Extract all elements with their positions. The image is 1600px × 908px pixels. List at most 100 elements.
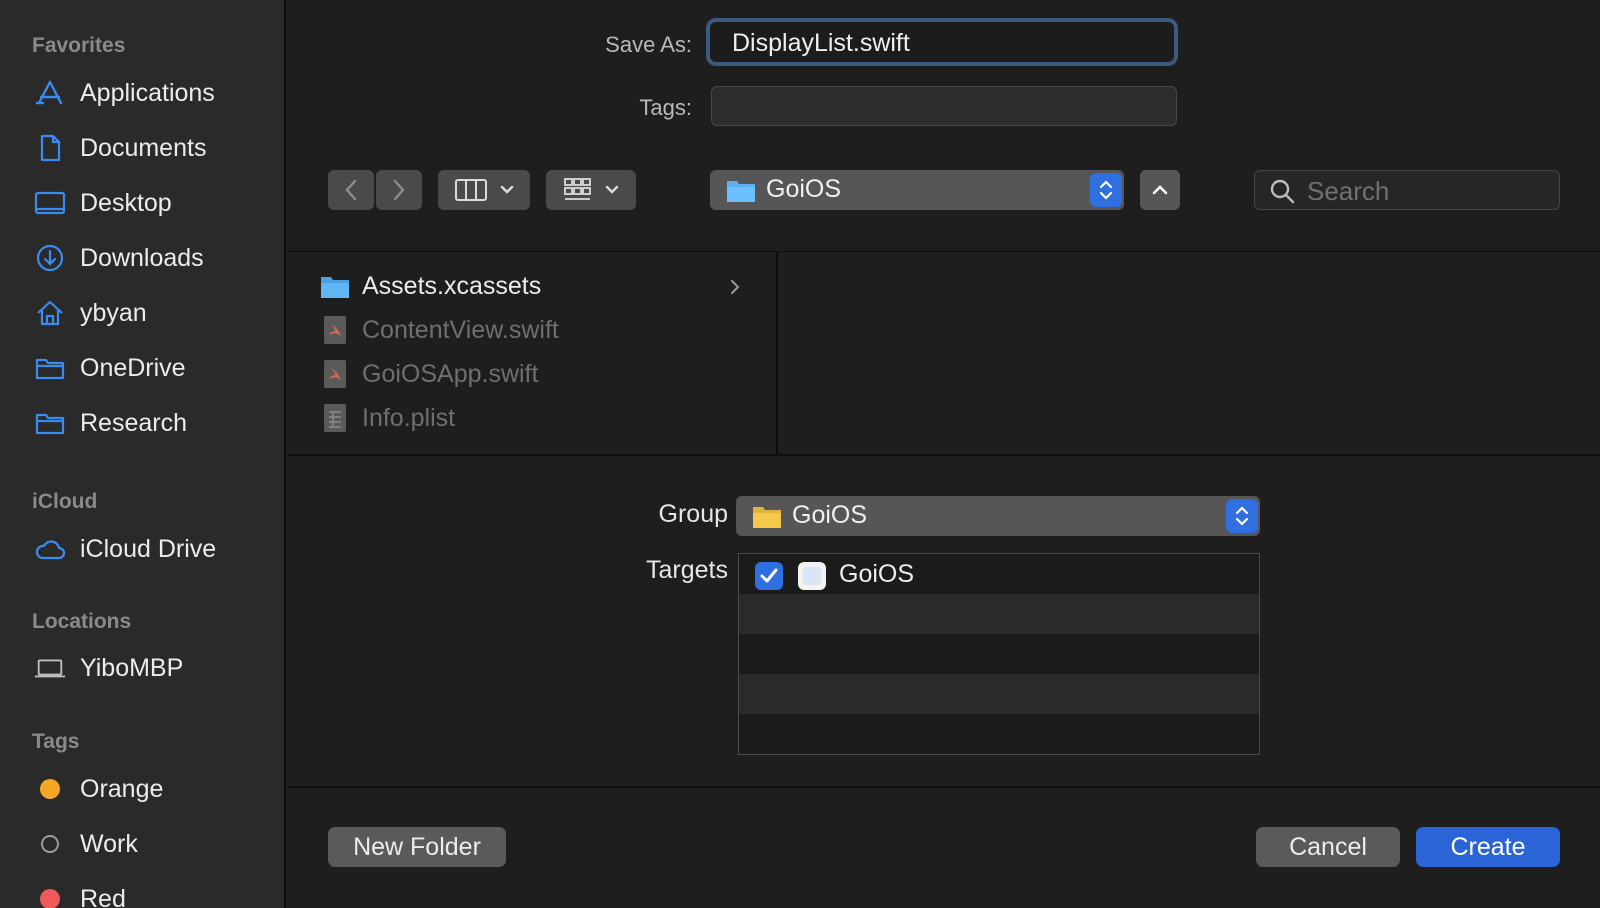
view-mode-button[interactable] (438, 170, 530, 210)
group-popup[interactable]: GoiOS (736, 496, 1260, 536)
folder-icon (320, 271, 350, 301)
sidebar: Favorites Applications Documents Desktop… (0, 0, 286, 908)
location-value: GoiOS (766, 175, 842, 203)
sidebar-item-research[interactable]: Research (0, 398, 284, 448)
chevron-down-icon (605, 185, 619, 194)
targets-list: GoiOS (738, 553, 1260, 755)
divider (288, 454, 1600, 456)
chevron-left-icon (345, 179, 357, 201)
sidebar-item-applications[interactable]: Applications (0, 68, 284, 118)
folder-icon (34, 407, 66, 439)
columns-view-icon (455, 179, 487, 201)
file-name: Info.plist (362, 403, 456, 432)
checkmark-icon (760, 568, 778, 583)
tags-label: Tags: (639, 95, 692, 120)
group-value: GoiOS (792, 501, 868, 529)
group-label: Group (658, 500, 728, 528)
sidebar-item-label: Downloads (80, 243, 204, 272)
folder-icon (726, 176, 756, 209)
search-placeholder: Search (1307, 176, 1390, 206)
sidebar-item-downloads[interactable]: Downloads (0, 233, 284, 283)
file-name: Assets.xcassets (362, 271, 542, 300)
laptop-icon (34, 652, 66, 684)
grid-icon (564, 178, 591, 200)
work-tag-dot (34, 828, 66, 860)
sidebar-item-label: YiboMBP (80, 653, 184, 682)
cloud-icon (34, 533, 66, 565)
folder-icon (34, 352, 66, 384)
target-checkbox[interactable] (755, 562, 783, 590)
sidebar-item-label: ybyan (80, 298, 147, 327)
file-row-contentview: ContentView.swift (320, 310, 559, 350)
folder-icon (752, 502, 782, 535)
sidebar-item-label: Applications (80, 78, 215, 107)
swift-file-icon (320, 315, 350, 345)
file-name: GoiOSApp.swift (362, 359, 539, 388)
chevron-up-icon (1152, 185, 1168, 195)
target-empty-row (739, 674, 1259, 714)
chevron-down-icon (500, 185, 514, 194)
sidebar-tag-red[interactable]: Red (0, 874, 284, 908)
locations-section-title: Locations (32, 610, 132, 633)
group-by-button[interactable] (546, 170, 636, 210)
up-down-chevrons-icon (1235, 506, 1249, 526)
search-field[interactable]: Search (1254, 170, 1560, 210)
back-button[interactable] (328, 170, 374, 210)
swift-file-icon (320, 359, 350, 389)
collapse-button[interactable] (1140, 170, 1180, 210)
save-panel: Save As: DisplayList.swift Tags: GoiOS S… (288, 0, 1600, 908)
sidebar-tag-work[interactable]: Work (0, 819, 284, 869)
sidebar-item-label: Work (80, 829, 138, 858)
file-row-goiosapp: GoiOSApp.swift (320, 354, 538, 394)
group-stepper (1226, 499, 1258, 533)
sidebar-item-ybyan[interactable]: ybyan (0, 288, 284, 338)
create-button[interactable]: Create (1416, 827, 1560, 867)
search-icon (1269, 178, 1295, 209)
target-empty-row (739, 594, 1259, 634)
home-icon (34, 297, 66, 329)
sidebar-item-icloud-drive[interactable]: iCloud Drive (0, 524, 284, 574)
desktop-icon (34, 187, 66, 219)
sidebar-item-onedrive[interactable]: OneDrive (0, 343, 284, 393)
sidebar-item-yibombp[interactable]: YiboMBP (0, 643, 284, 693)
up-down-chevrons-icon (1099, 180, 1113, 200)
chevron-right-icon (393, 179, 405, 201)
app-target-icon (797, 561, 827, 596)
file-name: ContentView.swift (362, 315, 559, 344)
favorites-section-title: Favorites (32, 34, 126, 57)
plist-file-icon (320, 403, 350, 433)
sidebar-item-documents[interactable]: Documents (0, 123, 284, 173)
document-icon (34, 132, 66, 164)
target-empty-row (739, 634, 1259, 674)
tags-section-title: Tags (32, 730, 80, 753)
forward-button[interactable] (376, 170, 422, 210)
applications-icon (34, 77, 66, 109)
chevron-right-icon (731, 280, 740, 294)
sidebar-tag-orange[interactable]: Orange (0, 764, 284, 814)
cancel-button[interactable]: Cancel (1256, 827, 1400, 867)
file-browser: Assets.xcassets ContentView.swift GoiOSA… (288, 252, 1600, 454)
new-folder-button[interactable]: New Folder (328, 827, 506, 867)
sidebar-item-label: Research (80, 408, 187, 437)
sidebar-item-label: Documents (80, 133, 207, 162)
target-empty-row (739, 714, 1259, 754)
column-divider (776, 252, 778, 454)
target-name: GoiOS (839, 560, 915, 588)
file-row-assets[interactable]: Assets.xcassets (320, 266, 750, 306)
sidebar-item-label: Desktop (80, 188, 172, 217)
location-stepper (1090, 173, 1122, 207)
icloud-section-title: iCloud (32, 490, 98, 513)
sidebar-item-label: Orange (80, 774, 164, 803)
sidebar-item-desktop[interactable]: Desktop (0, 178, 284, 228)
sidebar-item-label: iCloud Drive (80, 534, 217, 563)
orange-tag-dot (34, 773, 66, 805)
download-icon (34, 242, 66, 274)
file-row-infoplist: Info.plist (320, 398, 455, 438)
save-as-field[interactable]: DisplayList.swift (706, 18, 1178, 66)
divider (288, 786, 1600, 788)
location-popup[interactable]: GoiOS (710, 170, 1124, 210)
target-row-goios[interactable]: GoiOS (739, 554, 1259, 594)
targets-label: Targets (646, 556, 728, 584)
save-as-value: DisplayList.swift (732, 29, 910, 57)
tags-field[interactable] (711, 86, 1177, 126)
